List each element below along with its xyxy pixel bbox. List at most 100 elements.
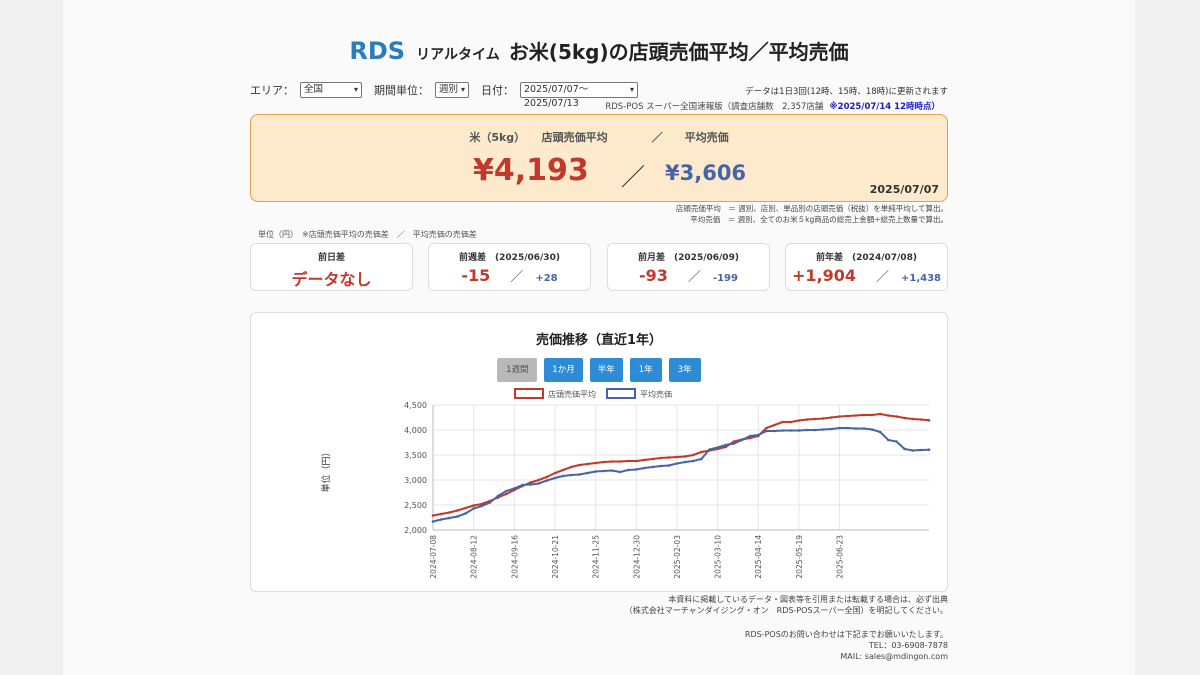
diff-card-value: データなし <box>291 270 372 289</box>
data-point <box>529 483 532 486</box>
data-point <box>781 429 784 432</box>
data-point <box>578 473 581 476</box>
data-point <box>773 429 776 433</box>
data-point <box>821 428 825 431</box>
data-point <box>789 420 793 424</box>
definition-avg: 平均売価 ＝ 週別、全てのお米５kg商品の総売上金額÷総売上数量で算出。 <box>690 215 948 224</box>
data-point <box>675 462 679 465</box>
y-tick-label: 2,500 <box>404 501 427 510</box>
x-tick-label: 2024-09-16 <box>510 535 519 579</box>
data-point <box>634 468 638 471</box>
data-point <box>659 464 662 468</box>
data-point <box>691 453 695 457</box>
area-select[interactable]: 全国 ▾ <box>300 82 362 98</box>
data-point <box>504 492 508 496</box>
page-title: RDS リアルタイム お米(5kg)の店頭売価平均／平均売価 <box>63 36 1135 65</box>
data-point <box>618 460 622 463</box>
diff-card-avg-value: +1,438 <box>901 273 942 284</box>
data-point <box>586 462 589 466</box>
y-axis-label: 単位（円） <box>320 447 332 492</box>
diff-card-shelf-value: -93 <box>639 266 668 285</box>
chevron-down-icon: ▾ <box>353 85 358 94</box>
data-point <box>700 457 703 461</box>
data-point <box>504 489 508 493</box>
data-point <box>431 514 435 517</box>
definition-shelf: 店頭売価平均 ＝ 週別、店別、単品別の店頭売価（税抜）を単純平均して算出。 <box>675 204 948 213</box>
data-point <box>838 426 841 430</box>
data-point <box>472 504 475 507</box>
data-point <box>569 473 573 477</box>
data-point <box>594 461 597 465</box>
y-tick-label: 3,000 <box>404 476 427 485</box>
data-point <box>610 460 614 463</box>
diff-card-title: 前月差 (2025/06/09) <box>638 253 739 263</box>
data-point <box>618 470 622 474</box>
diff-card-divider: ／ <box>875 270 889 285</box>
y-tick-label: 3,500 <box>404 451 427 460</box>
filter-controls: エリア： 全国 ▾ 期間単位： 週別 ▾ 日付： 2025/07/07〜2025/0… <box>250 82 650 109</box>
chart-panel: 売価推移（直近1年） 1週間 1か月 半年 1年 3年 2,000 2,500 3,… <box>250 312 948 592</box>
data-point <box>724 443 728 447</box>
chevron-down-icon: ▾ <box>460 85 465 94</box>
period-select[interactable]: 週別 ▾ <box>435 82 469 98</box>
data-point <box>878 430 882 434</box>
data-point <box>830 416 833 419</box>
data-point <box>854 427 858 430</box>
diff-card-month: 前月差 (2025/06/09) -93 ／ -199 <box>607 243 770 291</box>
data-point <box>456 509 459 512</box>
data-point <box>667 456 671 459</box>
data-point <box>797 419 801 422</box>
data-point <box>765 429 768 433</box>
data-point <box>911 449 915 452</box>
data-point <box>626 459 630 463</box>
avg-price-value: ¥3,606 <box>665 161 747 185</box>
area-select-value: 全国 <box>304 84 324 95</box>
survey-info: RDS-POS スーパー全国速報版（調査店舗数 2,357店舗 ※2025/07/… <box>605 100 940 112</box>
data-point <box>813 417 817 421</box>
data-point <box>569 465 573 469</box>
brand-logo: RDS <box>349 37 406 65</box>
data-point <box>675 455 679 459</box>
diff-card-week: 前週差 (2025/06/30) -15 ／ +28 <box>428 243 591 291</box>
data-point <box>643 458 646 462</box>
data-point <box>439 518 443 521</box>
data-point <box>464 506 467 510</box>
data-point <box>903 416 906 420</box>
main-price-date: 2025/07/07 <box>869 183 939 196</box>
area-label: エリア： <box>250 84 294 97</box>
data-point <box>887 414 890 417</box>
data-point <box>805 418 809 421</box>
diff-card-shelf-value: +1,904 <box>791 266 856 285</box>
data-point <box>927 419 931 422</box>
legend-swatch <box>606 388 636 399</box>
date-select[interactable]: 2025/07/07〜2025/07/13 ▾ <box>520 82 638 109</box>
contact-line: RDS-POSのお問い合わせは下記までお願いいたします。 <box>744 630 948 639</box>
y-tick-label: 4,500 <box>404 401 427 410</box>
chevron-down-icon: ▾ <box>629 85 634 94</box>
data-point <box>480 504 484 508</box>
price-divider: ／ <box>621 163 645 191</box>
data-point <box>594 470 597 473</box>
diff-card-year: 前年差 (2024/07/08) +1,904 ／ +1,438 <box>785 243 948 291</box>
period-select-value: 週別 <box>439 84 459 95</box>
avg-shelf-price-value: ¥4,193 <box>473 153 589 188</box>
contact-email: MAIL: sales@mdingon.com <box>840 652 948 661</box>
x-tick-label: 2024-10-21 <box>551 535 560 579</box>
data-point <box>740 438 744 442</box>
data-point <box>553 476 557 480</box>
legend-label: 平均売価 <box>640 389 672 399</box>
data-point <box>578 463 581 467</box>
data-point <box>748 434 752 438</box>
contact-phone: TEL：03-6908-7878 <box>868 641 948 650</box>
realtime-label: リアルタイム <box>416 47 500 63</box>
update-note: データは1日3回(12時、15時、18時)に更新されます <box>745 87 948 97</box>
data-point <box>862 413 866 417</box>
date-label: 日付： <box>481 84 514 97</box>
data-point <box>895 415 898 418</box>
title-text: お米(5kg)の店頭売価平均／平均売価 <box>508 40 849 64</box>
data-point <box>887 438 890 442</box>
x-tick-label: 2025-02-03 <box>673 535 682 579</box>
data-point <box>797 429 801 432</box>
data-point <box>708 448 711 451</box>
data-point <box>634 459 638 463</box>
